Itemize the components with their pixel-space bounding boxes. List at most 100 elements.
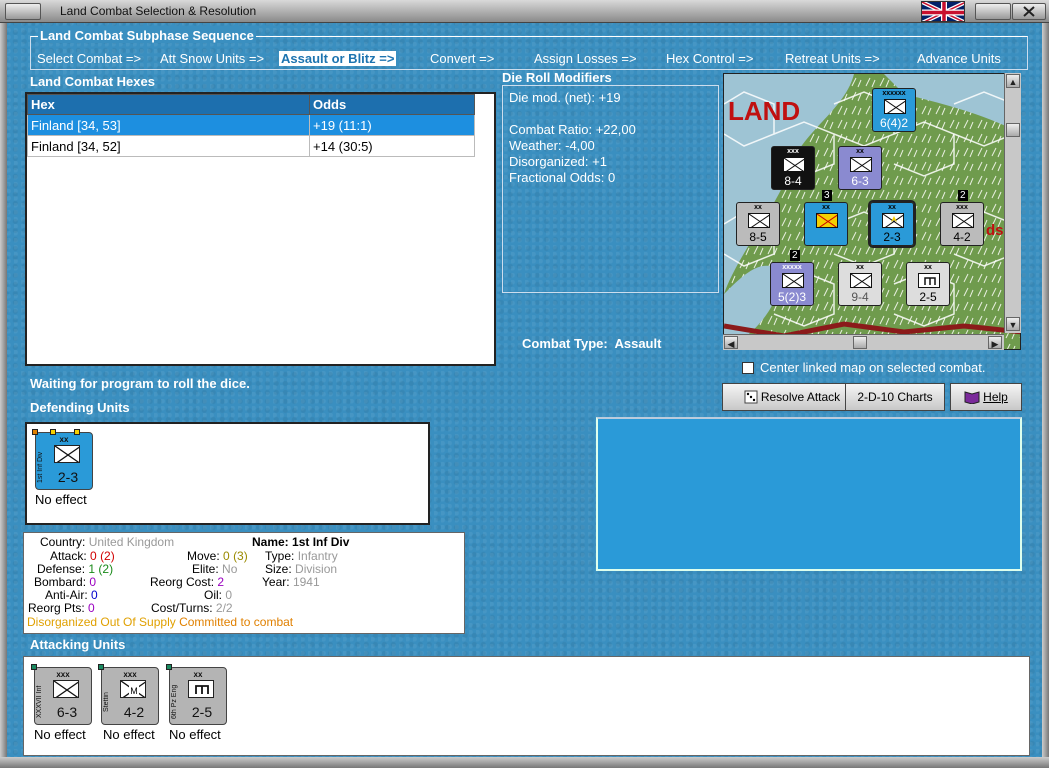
seq-step-hex-control[interactable]: Hex Control =>	[666, 51, 753, 66]
map-counter[interactable]: xx 8-5	[736, 202, 780, 246]
die-roll-heading: Die Roll Modifiers	[502, 70, 612, 85]
seq-step-assign-losses[interactable]: Assign Losses =>	[534, 51, 637, 66]
sequence-heading: Land Combat Subphase Sequence	[38, 28, 256, 43]
attacking-unit-counter[interactable]: xxx XXXVII Inf 6-3	[31, 664, 92, 725]
land-combat-window: Land Combat Selection & Resolution Land …	[0, 0, 1049, 768]
charts-button[interactable]: 2-D-10 Charts	[845, 383, 945, 411]
hex-cell[interactable]: Finland [34, 53]	[27, 114, 310, 136]
map-counter[interactable]: xxx 8-4	[771, 146, 815, 190]
seq-step-convert[interactable]: Convert =>	[430, 51, 494, 66]
map-counter-selected[interactable]: xx 2-3	[868, 200, 916, 248]
restore-window-button[interactable]	[975, 3, 1011, 20]
map-vertical-scrollbar[interactable]: ▲ ▼	[1004, 73, 1021, 333]
defending-unit-counter[interactable]: xx 1st Inf Div 2-3	[32, 429, 93, 490]
odds-cell[interactable]: +14 (30:5)	[309, 135, 475, 157]
mountain-symbol-icon	[816, 213, 838, 228]
map-horizontal-scrollbar[interactable]: ◀ ▶	[723, 334, 1004, 350]
hex-row[interactable]: Finland [34, 52] +14 (30:5)	[27, 135, 475, 157]
map-counter[interactable]: xxx 4-2	[940, 202, 984, 246]
attacking-unit-effect: No effect	[103, 727, 155, 742]
combat-hexes-list: Hex Odds Finland [34, 53] +19 (11:1) Fin…	[25, 92, 496, 366]
scroll-right-icon[interactable]: ▶	[988, 336, 1002, 349]
fractional-odds: Fractional Odds: 0	[509, 170, 616, 185]
close-window-button[interactable]	[1012, 3, 1046, 20]
minimize-window-button[interactable]	[5, 3, 41, 20]
hexes-heading: Land Combat Hexes	[30, 74, 155, 89]
map-counter[interactable]: xx 2-5	[906, 262, 950, 306]
seq-step-advance[interactable]: Advance Units	[917, 51, 1001, 66]
dice-icon	[744, 387, 758, 404]
infantry-symbol-icon	[54, 445, 80, 463]
country-value: United Kingdom	[88, 535, 175, 549]
disorganized-status: Disorganized Out Of Supply	[27, 615, 176, 629]
unit-info-panel: Country: United Kingdom Name: 1st Inf Di…	[23, 532, 465, 634]
map-counter[interactable]: xx 9-4	[838, 262, 882, 306]
engineer-symbol-icon	[188, 680, 214, 698]
resolve-attack-button[interactable]: Resolve Attack	[722, 383, 862, 411]
center-linked-checkbox[interactable]	[742, 362, 754, 374]
infantry-symbol-icon	[53, 680, 79, 698]
combat-ratio: Combat Ratio: +22,00	[509, 122, 636, 137]
status-message: Waiting for program to roll the dice.	[30, 376, 250, 391]
center-linked-map-option[interactable]: Center linked map on selected combat.	[742, 360, 985, 375]
defending-unit-effect: No effect	[35, 492, 87, 507]
scroll-down-icon[interactable]: ▼	[1006, 317, 1020, 331]
combat-type: Combat Type: Assault	[522, 336, 661, 351]
combat-result-panel	[596, 417, 1022, 571]
defending-heading: Defending Units	[30, 400, 130, 415]
hexes-table: Hex Odds Finland [34, 53] +19 (11:1) Fin…	[27, 94, 475, 157]
die-roll-modifiers-box: Die mod. (net): +19 Combat Ratio: +22,00…	[502, 85, 719, 293]
engineer-symbol-icon	[918, 273, 940, 288]
stack-count: 2	[958, 190, 968, 201]
map-label-partial: ds	[986, 222, 1004, 239]
scroll-thumb[interactable]	[853, 336, 867, 349]
combat-type-label: Combat Type:	[522, 336, 608, 351]
hex-row[interactable]: Finland [34, 53] +19 (11:1)	[27, 114, 475, 136]
shock-infantry-symbol-icon	[748, 213, 770, 228]
bottom-frame	[0, 757, 1049, 768]
window-title: Land Combat Selection & Resolution	[60, 4, 257, 18]
center-linked-label: Center linked map on selected combat.	[760, 360, 986, 375]
col-hex[interactable]: Hex	[27, 94, 310, 115]
left-frame	[0, 23, 7, 768]
hex-cell[interactable]: Finland [34, 52]	[27, 135, 310, 157]
stack-count: 2	[790, 250, 800, 261]
col-odds[interactable]: Odds	[309, 94, 475, 115]
stack-count: 3	[822, 190, 832, 201]
map-label-land: LAND	[728, 96, 800, 126]
map-counter[interactable]: xxxxx 5(2)3	[770, 262, 814, 306]
map-counter[interactable]: xx	[804, 202, 848, 246]
seq-step-assault-blitz[interactable]: Assault or Blitz =>	[279, 51, 397, 66]
scroll-left-icon[interactable]: ◀	[724, 336, 738, 349]
linked-map[interactable]: LAND xxxxxx 6(4)2 xxx 8-4 xx 6-3 xx 8-5 xx x…	[723, 73, 1021, 350]
seq-step-select-combat[interactable]: Select Combat =>	[37, 51, 141, 66]
infantry-symbol-icon	[782, 273, 804, 288]
seq-step-att-snow[interactable]: Att Snow Units =>	[160, 51, 264, 66]
combat-type-value: Assault	[614, 336, 662, 351]
disorganized-mod: Disorganized: +1	[509, 154, 607, 169]
scroll-up-icon[interactable]: ▲	[1006, 74, 1020, 88]
right-frame	[1042, 23, 1049, 768]
attacking-unit-counter[interactable]: xx 6th Pz Eng 2-5	[166, 664, 227, 725]
committed-status: Committed to combat	[179, 615, 294, 629]
scroll-thumb[interactable]	[1006, 123, 1020, 137]
infantry-symbol-icon	[882, 213, 904, 228]
map-counter[interactable]: xxxxxx 6(4)2	[872, 88, 916, 132]
mountain-infantry-symbol-icon	[783, 157, 805, 172]
attacking-unit-effect: No effect	[169, 727, 221, 742]
uk-flag-icon	[921, 1, 965, 22]
die-mod-net: Die mod. (net): +19	[509, 90, 621, 105]
attacking-units-panel: xxx XXXVII Inf 6-3 No effect xxx M Stett…	[23, 656, 1030, 756]
map-counter[interactable]: xx 6-3	[838, 146, 882, 190]
attacking-unit-counter[interactable]: xxx M Stettin 4-2	[98, 664, 159, 725]
defending-units-panel: xx 1st Inf Div 2-3 No effect	[25, 422, 430, 525]
attacking-unit-effect: No effect	[34, 727, 86, 742]
title-bar: Land Combat Selection & Resolution	[0, 0, 1049, 23]
help-book-icon	[964, 387, 980, 405]
odds-cell[interactable]: +19 (11:1)	[309, 114, 475, 136]
weather-mod: Weather: -4,00	[509, 138, 595, 153]
motorized-symbol-icon	[952, 213, 974, 228]
help-button[interactable]: Help	[950, 383, 1022, 411]
seq-step-retreat[interactable]: Retreat Units =>	[785, 51, 880, 66]
infantry-symbol-icon	[884, 99, 906, 114]
